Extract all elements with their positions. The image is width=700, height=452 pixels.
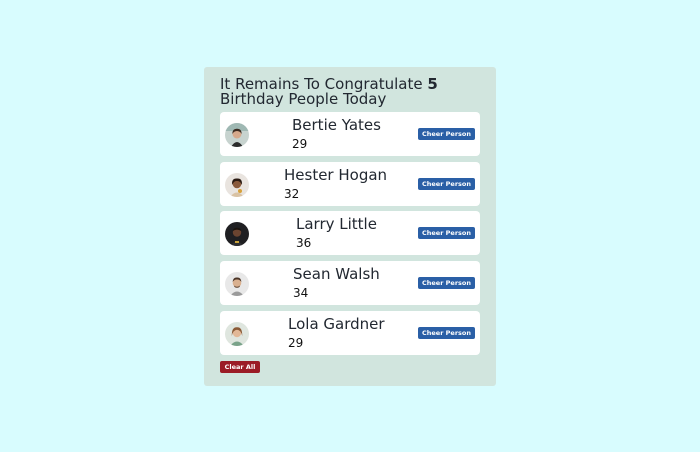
- avatar: [225, 173, 249, 197]
- person-card: Bertie Yates 29 Cheer Person: [220, 112, 480, 156]
- person-info: Sean Walsh 34: [293, 265, 380, 301]
- cheer-person-button[interactable]: Cheer Person: [418, 227, 475, 239]
- birthday-panel: It Remains To Congratulate 5 Birthday Pe…: [204, 67, 496, 386]
- avatar: [225, 123, 249, 147]
- person-name: Bertie Yates: [292, 116, 381, 134]
- person-card: Larry Little 36 Cheer Person: [220, 211, 480, 255]
- person-age: 29: [292, 137, 308, 151]
- title-suffix: Birthday People Today: [220, 90, 387, 108]
- person-name: Sean Walsh: [293, 265, 380, 283]
- avatar-photo: [225, 222, 249, 246]
- cheer-person-button[interactable]: Cheer Person: [418, 128, 475, 140]
- person-age: 34: [293, 286, 309, 300]
- avatar-photo: [225, 322, 249, 346]
- person-name: Lola Gardner: [288, 315, 385, 333]
- cheer-person-button[interactable]: Cheer Person: [418, 327, 475, 339]
- cheer-person-button[interactable]: Cheer Person: [418, 277, 475, 289]
- person-card: Sean Walsh 34 Cheer Person: [220, 261, 480, 305]
- avatar: [225, 322, 249, 346]
- avatar: [225, 272, 249, 296]
- person-age: 36: [296, 236, 312, 250]
- person-info: Lola Gardner 29: [288, 315, 385, 351]
- person-age: 29: [288, 336, 304, 350]
- page-title: It Remains To Congratulate 5 Birthday Pe…: [220, 77, 482, 107]
- person-card: Hester Hogan 32 Cheer Person: [220, 162, 480, 206]
- person-info: Larry Little 36: [296, 215, 377, 251]
- person-card: Lola Gardner 29 Cheer Person: [220, 311, 480, 355]
- avatar-photo: [225, 123, 249, 147]
- remaining-count: 5: [427, 75, 438, 93]
- avatar-photo: [225, 272, 249, 296]
- person-age: 32: [284, 187, 300, 201]
- avatar-photo: [225, 173, 249, 197]
- avatar: [225, 222, 249, 246]
- person-info: Bertie Yates 29: [292, 116, 381, 152]
- clear-all-button[interactable]: Clear All: [220, 361, 260, 373]
- person-name: Hester Hogan: [284, 166, 388, 184]
- person-info: Hester Hogan 32: [284, 166, 388, 202]
- cheer-person-button[interactable]: Cheer Person: [418, 178, 475, 190]
- person-name: Larry Little: [296, 215, 377, 233]
